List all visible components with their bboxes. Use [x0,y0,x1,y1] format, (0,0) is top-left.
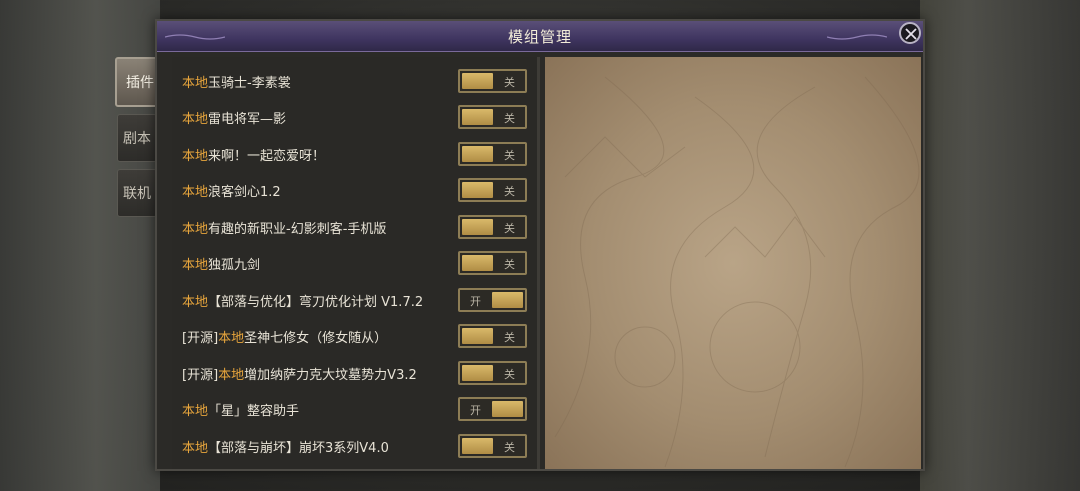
mod-title: 本地有趣的新职业-幻影刺客-手机版 [182,218,386,237]
mod-name: 雷电将军—影 [208,112,287,127]
toggle-knob [462,219,493,235]
mod-name: 圣神七修女（修女随从） [244,331,388,346]
mod-row: 本地有趣的新职业-幻影刺客-手机版 关 [172,209,540,245]
mod-title: [开源]本地圣神七修女（修女随从） [182,327,387,346]
mod-toggle[interactable]: 关 [458,105,527,129]
toggle-state-label: 关 [504,441,515,454]
mod-local-tag: 本地 [182,295,209,310]
mod-name: 「星」整容助手 [208,404,300,419]
title-bar: 模组管理 [157,21,923,52]
toggle-state-label: 关 [504,258,515,271]
mod-toggle[interactable]: 关 [458,178,527,202]
mod-title: 本地雷电将军—影 [182,108,286,127]
toggle-state-label: 关 [504,112,515,125]
mod-local-tag: 本地 [182,185,209,200]
mod-name: 玉骑士-李素裳 [208,76,291,91]
mod-source-tag: [开源] [182,368,219,383]
mod-name: 独孤九剑 [208,258,261,273]
mod-title: 本地独孤九剑 [182,254,260,273]
mod-title: 本地浪客剑心1.2 [182,181,281,200]
toggle-knob [462,109,493,125]
parchment-illustration [554,76,920,468]
mod-source-tag: [开源] [182,331,219,346]
mod-title: 本地「星」整容助手 [182,400,299,419]
mod-toggle[interactable]: 关 [458,434,527,458]
tab-multiplayer[interactable]: 联机 [117,169,157,217]
mod-local-tag: 本地 [182,441,209,456]
mod-row: 本地【部落与崩坏】崩坏3系列V4.0 关 [172,428,540,464]
mod-row: [开源]本地圣神七修女（修女随从） 关 [172,318,540,354]
mod-name: 来啊！一起恋爱呀！ [208,149,326,164]
mod-local-tag: 本地 [218,368,245,383]
toggle-knob [492,401,523,417]
mod-local-tag: 本地 [182,258,209,273]
mod-name: 【部落与崩坏】崩坏3系列V4.0 [208,441,389,456]
mod-toggle[interactable]: 关 [458,69,527,93]
tab-multiplayer-label: 联机 [123,186,151,202]
mod-list[interactable]: 本地玉骑士-李素裳 关 本地雷电将军—影 关 本地来啊！一起恋爱呀！ 关 本地浪… [172,57,540,469]
mod-local-tag: 本地 [182,112,209,127]
tab-scripts-label: 剧本 [123,131,151,147]
toggle-state-label: 关 [504,149,515,162]
mod-row: 本地【部落与优化】弯刀优化计划 V1.7.2 开 [172,282,540,318]
mod-name: 【部落与优化】弯刀优化计划 V1.7.2 [208,295,424,310]
mod-row: 本地雷电将军—影 关 [172,99,540,135]
toggle-knob [462,146,493,162]
close-icon [905,28,917,40]
mod-row: 本地来啊！一起恋爱呀！ 关 [172,136,540,172]
mod-local-tag: 本地 [182,222,209,237]
mod-name: 有趣的新职业-幻影刺客-手机版 [208,222,387,237]
tab-scripts[interactable]: 剧本 [117,114,157,162]
mod-local-tag: 本地 [218,331,245,346]
mod-title: 本地【部落与优化】弯刀优化计划 V1.7.2 [182,291,423,310]
toggle-knob [462,365,493,381]
toggle-state-label: 关 [504,368,515,381]
mod-toggle[interactable]: 关 [458,324,527,348]
background-right [920,0,1080,491]
toggle-state-label: 开 [470,404,481,417]
title-ornament-right-icon [827,34,887,40]
mod-name: 增加纳萨力克大坟墓势力V3.2 [244,368,417,383]
toggle-knob [462,328,493,344]
toggle-knob [462,255,493,271]
toggle-state-label: 开 [470,295,481,308]
toggle-state-label: 关 [504,185,515,198]
mod-title: [开源]本地增加纳萨力克大坟墓势力V3.2 [182,364,417,383]
mod-name: 浪客剑心1.2 [208,185,281,200]
toggle-state-label: 关 [504,222,515,235]
mod-preview-panel [545,57,921,469]
mod-toggle[interactable]: 关 [458,361,527,385]
mod-title: 本地来啊！一起恋爱呀！ [182,145,325,164]
mod-toggle[interactable]: 开 [458,397,527,421]
mod-row: 本地独孤九剑 关 [172,245,540,281]
mod-local-tag: 本地 [182,76,209,91]
toggle-knob [462,438,493,454]
mod-row: 本地玉骑士-李素裳 关 [172,63,540,99]
toggle-state-label: 关 [504,331,515,344]
mod-toggle[interactable]: 关 [458,142,527,166]
mod-title: 本地玉骑士-李素裳 [182,72,291,91]
dialog-title: 模组管理 [507,28,572,46]
mod-toggle[interactable]: 关 [458,251,527,275]
toggle-knob [492,292,523,308]
toggle-state-label: 关 [504,76,515,89]
mod-row: 本地浪客剑心1.2 关 [172,172,540,208]
toggle-knob [462,73,493,89]
mod-row: [开源]本地增加纳萨力克大坟墓势力V3.2 关 [172,355,540,391]
mod-toggle[interactable]: 开 [458,288,527,312]
mod-row: 本地「星」整容助手 开 [172,391,540,427]
mod-local-tag: 本地 [182,404,209,419]
mod-toggle[interactable]: 关 [458,215,527,239]
mod-local-tag: 本地 [182,149,209,164]
mod-title: 本地【部落与崩坏】崩坏3系列V4.0 [182,437,389,456]
toggle-knob [462,182,493,198]
close-button[interactable] [899,22,921,44]
